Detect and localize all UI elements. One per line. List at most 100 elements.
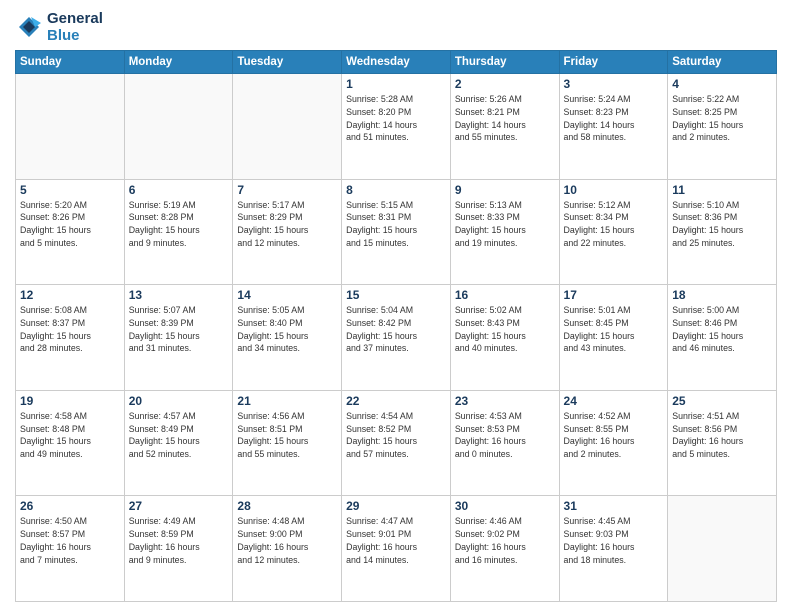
day-info: Sunrise: 4:49 AMSunset: 8:59 PMDaylight:… [129, 515, 229, 566]
header: General Blue [15, 10, 777, 44]
calendar-week-4: 19 Sunrise: 4:58 AMSunset: 8:48 PMDayligh… [16, 390, 777, 496]
calendar-cell: 6Sunrise: 5:19 AMSunset: 8:28 PMDaylight… [124, 179, 233, 285]
day-info: Sunrise: 4:47 AMSunset: 9:01 PMDaylight:… [346, 515, 446, 566]
calendar-cell: 31Sunrise: 4:45 AMSunset: 9:03 PMDayligh… [559, 496, 668, 602]
day-info: Sunrise: 5:20 AMSunset: 8:26 PMDaylight:… [20, 199, 120, 250]
day-number: 9 [455, 183, 555, 197]
calendar-cell: 19 Sunrise: 4:58 AMSunset: 8:48 PMDayligh… [16, 390, 125, 496]
day-number: 4 [672, 77, 772, 91]
day-number: 8 [346, 183, 446, 197]
day-number: 24 [564, 394, 664, 408]
calendar-cell: 10 Sunrise: 5:12 AMSunset: 8:34 PMDayligh… [559, 179, 668, 285]
day-info: Sunrise: 5:05 AMSunset: 8:40 PMDaylight:… [237, 304, 337, 355]
day-number: 17 [564, 288, 664, 302]
day-info: Sunrise: 4:54 AMSunset: 8:52 PMDaylight:… [346, 410, 446, 461]
day-info: Sunrise: 4:58 AMSunset: 8:48 PMDaylight:… [20, 410, 120, 461]
day-number: 2 [455, 77, 555, 91]
calendar-cell [668, 496, 777, 602]
day-info: Sunrise: 5:26 AMSunset: 8:21 PMDaylight:… [455, 93, 555, 144]
calendar-cell: 25 Sunrise: 4:51 AMSunset: 8:56 PMDayligh… [668, 390, 777, 496]
day-info: Sunrise: 5:19 AMSunset: 8:28 PMDaylight:… [129, 199, 229, 250]
day-number: 25 [672, 394, 772, 408]
calendar-week-1: 1Sunrise: 5:28 AMSunset: 8:20 PMDaylight… [16, 74, 777, 180]
day-number: 7 [237, 183, 337, 197]
weekday-header-wednesday: Wednesday [342, 51, 451, 74]
day-number: 22 [346, 394, 446, 408]
calendar-cell [16, 74, 125, 180]
calendar-cell: 8 Sunrise: 5:15 AMSunset: 8:31 PMDaylight… [342, 179, 451, 285]
calendar-cell: 20Sunrise: 4:57 AMSunset: 8:49 PMDayligh… [124, 390, 233, 496]
calendar-cell: 26Sunrise: 4:50 AMSunset: 8:57 PMDayligh… [16, 496, 125, 602]
calendar-cell: 15Sunrise: 5:04 AMSunset: 8:42 PMDayligh… [342, 285, 451, 391]
calendar-cell: 21Sunrise: 4:56 AMSunset: 8:51 PMDayligh… [233, 390, 342, 496]
day-info: Sunrise: 5:08 AMSunset: 8:37 PMDaylight:… [20, 304, 120, 355]
logo: General Blue [15, 10, 103, 44]
calendar-cell: 22 Sunrise: 4:54 AMSunset: 8:52 PMDayligh… [342, 390, 451, 496]
calendar-cell: 17 Sunrise: 5:01 AMSunset: 8:45 PMDayligh… [559, 285, 668, 391]
day-number: 14 [237, 288, 337, 302]
calendar-cell: 24 Sunrise: 4:52 AMSunset: 8:55 PMDayligh… [559, 390, 668, 496]
day-info: Sunrise: 4:46 AMSunset: 9:02 PMDaylight:… [455, 515, 555, 566]
logo-text: General Blue [47, 10, 103, 44]
day-number: 16 [455, 288, 555, 302]
calendar-cell: 3 Sunrise: 5:24 AMSunset: 8:23 PMDaylight… [559, 74, 668, 180]
day-info: Sunrise: 4:56 AMSunset: 8:51 PMDaylight:… [237, 410, 337, 461]
weekday-header-row: SundayMondayTuesdayWednesdayThursdayFrid… [16, 51, 777, 74]
day-number: 15 [346, 288, 446, 302]
day-number: 3 [564, 77, 664, 91]
day-info: Sunrise: 4:53 AMSunset: 8:53 PMDaylight:… [455, 410, 555, 461]
weekday-header-saturday: Saturday [668, 51, 777, 74]
day-info: Sunrise: 5:24 AMSunset: 8:23 PMDaylight:… [564, 93, 664, 144]
day-number: 13 [129, 288, 229, 302]
day-number: 27 [129, 499, 229, 513]
day-info: Sunrise: 5:00 AMSunset: 8:46 PMDaylight:… [672, 304, 772, 355]
day-number: 19 [20, 394, 120, 408]
day-number: 18 [672, 288, 772, 302]
day-info: Sunrise: 4:51 AMSunset: 8:56 PMDaylight:… [672, 410, 772, 461]
day-number: 11 [672, 183, 772, 197]
day-number: 23 [455, 394, 555, 408]
day-info: Sunrise: 5:13 AMSunset: 8:33 PMDaylight:… [455, 199, 555, 250]
day-info: Sunrise: 4:52 AMSunset: 8:55 PMDaylight:… [564, 410, 664, 461]
calendar-cell: 29 Sunrise: 4:47 AMSunset: 9:01 PMDayligh… [342, 496, 451, 602]
day-info: Sunrise: 5:02 AMSunset: 8:43 PMDaylight:… [455, 304, 555, 355]
calendar-cell: 13 Sunrise: 5:07 AMSunset: 8:39 PMDayligh… [124, 285, 233, 391]
calendar-cell: 27 Sunrise: 4:49 AMSunset: 8:59 PMDayligh… [124, 496, 233, 602]
weekday-header-sunday: Sunday [16, 51, 125, 74]
calendar-cell: 1Sunrise: 5:28 AMSunset: 8:20 PMDaylight… [342, 74, 451, 180]
page: General Blue SundayMondayTuesdayWednesda… [0, 0, 792, 612]
day-info: Sunrise: 4:57 AMSunset: 8:49 PMDaylight:… [129, 410, 229, 461]
day-number: 28 [237, 499, 337, 513]
calendar-cell: 4Sunrise: 5:22 AMSunset: 8:25 PMDaylight… [668, 74, 777, 180]
day-number: 5 [20, 183, 120, 197]
day-info: Sunrise: 4:48 AMSunset: 9:00 PMDaylight:… [237, 515, 337, 566]
day-number: 1 [346, 77, 446, 91]
logo-icon [15, 13, 43, 41]
calendar-cell: 5 Sunrise: 5:20 AMSunset: 8:26 PMDaylight… [16, 179, 125, 285]
calendar-cell: 28 Sunrise: 4:48 AMSunset: 9:00 PMDayligh… [233, 496, 342, 602]
day-info: Sunrise: 4:50 AMSunset: 8:57 PMDaylight:… [20, 515, 120, 566]
day-info: Sunrise: 5:07 AMSunset: 8:39 PMDaylight:… [129, 304, 229, 355]
day-number: 10 [564, 183, 664, 197]
calendar-cell: 7 Sunrise: 5:17 AMSunset: 8:29 PMDaylight… [233, 179, 342, 285]
calendar-cell: 16 Sunrise: 5:02 AMSunset: 8:43 PMDayligh… [450, 285, 559, 391]
calendar-cell: 11 Sunrise: 5:10 AMSunset: 8:36 PMDayligh… [668, 179, 777, 285]
day-info: Sunrise: 5:12 AMSunset: 8:34 PMDaylight:… [564, 199, 664, 250]
day-info: Sunrise: 5:17 AMSunset: 8:29 PMDaylight:… [237, 199, 337, 250]
calendar-week-3: 12 Sunrise: 5:08 AMSunset: 8:37 PMDayligh… [16, 285, 777, 391]
day-info: Sunrise: 5:01 AMSunset: 8:45 PMDaylight:… [564, 304, 664, 355]
weekday-header-tuesday: Tuesday [233, 51, 342, 74]
day-info: Sunrise: 5:15 AMSunset: 8:31 PMDaylight:… [346, 199, 446, 250]
calendar-cell [124, 74, 233, 180]
day-number: 30 [455, 499, 555, 513]
calendar-cell: 30 Sunrise: 4:46 AMSunset: 9:02 PMDayligh… [450, 496, 559, 602]
weekday-header-thursday: Thursday [450, 51, 559, 74]
calendar-cell: 23 Sunrise: 4:53 AMSunset: 8:53 PMDayligh… [450, 390, 559, 496]
calendar-week-2: 5 Sunrise: 5:20 AMSunset: 8:26 PMDaylight… [16, 179, 777, 285]
calendar-cell: 14 Sunrise: 5:05 AMSunset: 8:40 PMDayligh… [233, 285, 342, 391]
day-number: 12 [20, 288, 120, 302]
day-number: 29 [346, 499, 446, 513]
day-info: Sunrise: 5:10 AMSunset: 8:36 PMDaylight:… [672, 199, 772, 250]
calendar-cell [233, 74, 342, 180]
day-info: Sunrise: 4:45 AMSunset: 9:03 PMDaylight:… [564, 515, 664, 566]
